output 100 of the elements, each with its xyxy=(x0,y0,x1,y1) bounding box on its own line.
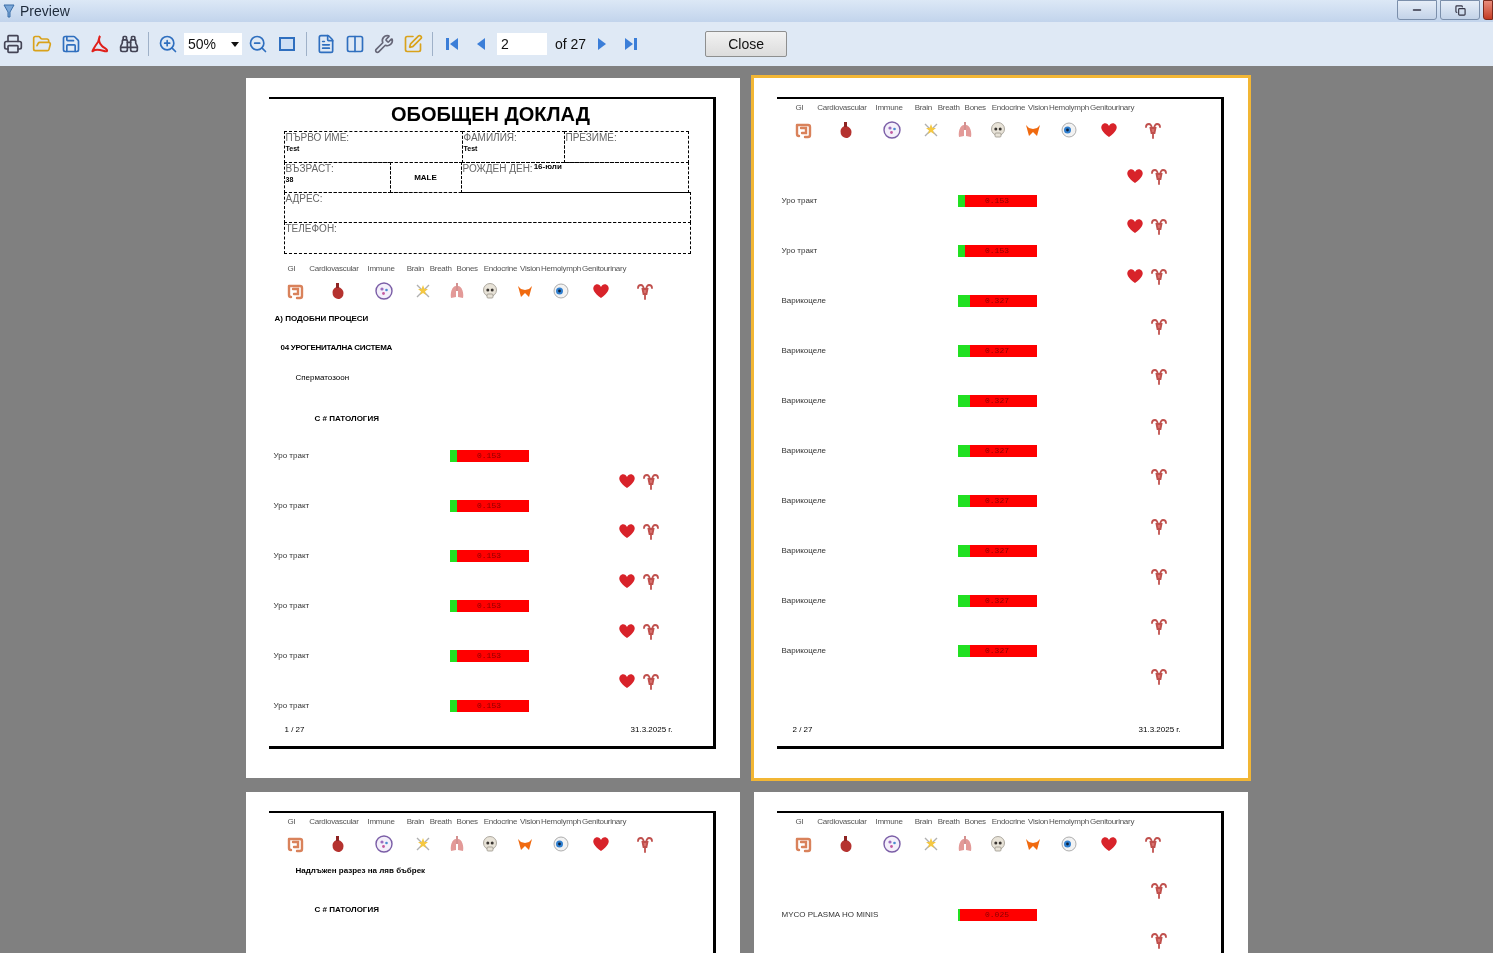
result-label: Уро тракт xyxy=(272,652,311,660)
organ-label: Genitourinary xyxy=(581,818,627,826)
organ-label: Genitourinary xyxy=(1089,818,1135,826)
heart-icon xyxy=(616,571,637,591)
minimize-button[interactable] xyxy=(1397,0,1437,20)
field-label: ВЪЗРАСТ: xyxy=(285,163,334,175)
result-value: 0.327 xyxy=(985,547,1009,555)
organ-label: Hemolymph xyxy=(1048,818,1089,826)
uterus-icon xyxy=(1148,266,1169,286)
heart-icon xyxy=(590,834,611,854)
organ-label: Brain xyxy=(914,104,932,112)
result-label: Уро тракт xyxy=(272,552,311,560)
pencil-icon xyxy=(403,34,423,54)
organ-label: Breath xyxy=(937,104,960,112)
section-heading: А) ПОДОБНИ ПРОЦЕСИ xyxy=(274,315,369,323)
uterus-icon xyxy=(1148,466,1169,486)
result-label: Варикоцеле xyxy=(780,447,828,455)
result-value: 0.153 xyxy=(477,652,501,660)
organ-label: Immune xyxy=(875,818,903,826)
uterus-icon xyxy=(1148,616,1169,636)
organ-label: GI xyxy=(287,265,296,273)
zoom-select[interactable]: 50% xyxy=(184,33,242,55)
caret-icon xyxy=(231,41,239,47)
uterus-icon xyxy=(1148,166,1169,186)
print-icon xyxy=(3,34,23,54)
window-title: Preview xyxy=(20,1,70,21)
result-label: Варикоцеле xyxy=(780,547,828,555)
organ-label: Brain xyxy=(406,265,424,273)
heart-icon xyxy=(1124,216,1145,236)
zoom-out-icon xyxy=(248,34,268,54)
eyeball-icon xyxy=(1059,120,1079,140)
restore-button[interactable] xyxy=(1440,0,1480,20)
eyeball-icon xyxy=(551,281,571,301)
close-button[interactable]: Close xyxy=(705,31,788,57)
result-label: Уро тракт xyxy=(780,197,819,205)
result-value: 0.153 xyxy=(477,602,501,610)
page-number: 1 / 27 xyxy=(284,726,305,734)
organ-label: Genitourinary xyxy=(581,265,627,273)
page-field[interactable]: 2 xyxy=(497,33,547,55)
uterus-icon xyxy=(635,281,655,301)
heart-icon xyxy=(616,471,637,491)
organ-label: Vision xyxy=(1028,818,1048,826)
subsection-text: Сперматозоон xyxy=(295,374,350,382)
uterus-icon xyxy=(1148,516,1169,536)
organ-label: Brain xyxy=(914,818,932,826)
first-page-icon xyxy=(445,36,459,52)
result-value: 0.327 xyxy=(985,297,1009,305)
wrench-icon xyxy=(374,34,394,54)
result-value: 0.153 xyxy=(477,502,501,510)
columns-icon xyxy=(345,34,365,54)
result-label: Уро тракт xyxy=(272,602,311,610)
field-label: РОЖДЕН ДЕН: xyxy=(462,163,533,175)
heart-icon xyxy=(1098,120,1119,140)
system-heading: 04 УРОГЕНИТАЛНА СИСТЕМА xyxy=(280,344,392,352)
field-label: ФАМИЛИЯ: xyxy=(463,132,517,144)
heart-icon xyxy=(616,671,637,691)
result-value: 0.153 xyxy=(477,452,501,460)
result-label: Уро тракт xyxy=(272,502,311,510)
organ-label: GI xyxy=(795,818,804,826)
save-icon xyxy=(61,34,81,54)
organ-label: Endocrine xyxy=(991,104,1026,112)
app-icon xyxy=(2,3,16,19)
organ-label: Brain xyxy=(406,818,424,826)
result-label: Варикоцеле xyxy=(780,347,828,355)
result-label: Уро тракт xyxy=(780,247,819,255)
organ-label: Immune xyxy=(875,104,903,112)
organ-label: Bones xyxy=(456,265,478,273)
close-window-button[interactable] xyxy=(1483,0,1493,20)
uterus-icon xyxy=(1148,216,1169,236)
organ-label: Hemolymph xyxy=(1048,104,1089,112)
zoom-in-icon xyxy=(158,34,178,54)
pathology-heading: С # ПАТОЛОГИЯ xyxy=(314,906,379,914)
organ-label: Hemolymph xyxy=(540,265,581,273)
result-value: 0.327 xyxy=(985,447,1009,455)
result-value: 0.327 xyxy=(985,597,1009,605)
uterus-icon xyxy=(1148,566,1169,586)
uterus-icon xyxy=(1143,834,1163,854)
pdf-icon xyxy=(90,34,110,54)
screen-icon xyxy=(278,36,296,52)
field-label: ПЪРВО ИМЕ: xyxy=(285,132,350,144)
uterus-icon xyxy=(1148,880,1169,900)
result-label: MYCO PLASMA HO MINIS xyxy=(780,911,880,919)
uterus-icon xyxy=(635,834,655,854)
uterus-icon xyxy=(1148,416,1169,436)
last-page-icon xyxy=(624,36,639,52)
result-value: 0.153 xyxy=(985,197,1009,205)
organ-label: Cardiovascular xyxy=(817,818,867,826)
result-label: Варикоцеле xyxy=(780,397,828,405)
note-text: Надлъжен разрез на ляв бъбрек xyxy=(295,867,426,875)
uterus-icon xyxy=(1148,666,1169,686)
result-label: Варикоцеле xyxy=(780,497,828,505)
result-value: 0.153 xyxy=(477,552,501,560)
organ-label: Breath xyxy=(429,265,452,273)
uterus-icon xyxy=(640,521,661,541)
field-value: 16-юли xyxy=(533,163,562,171)
binoculars-icon xyxy=(119,34,139,54)
heart-icon xyxy=(1124,266,1145,286)
heart-icon xyxy=(1098,834,1119,854)
result-value: 0.327 xyxy=(985,647,1009,655)
organ-label: Endocrine xyxy=(483,818,518,826)
